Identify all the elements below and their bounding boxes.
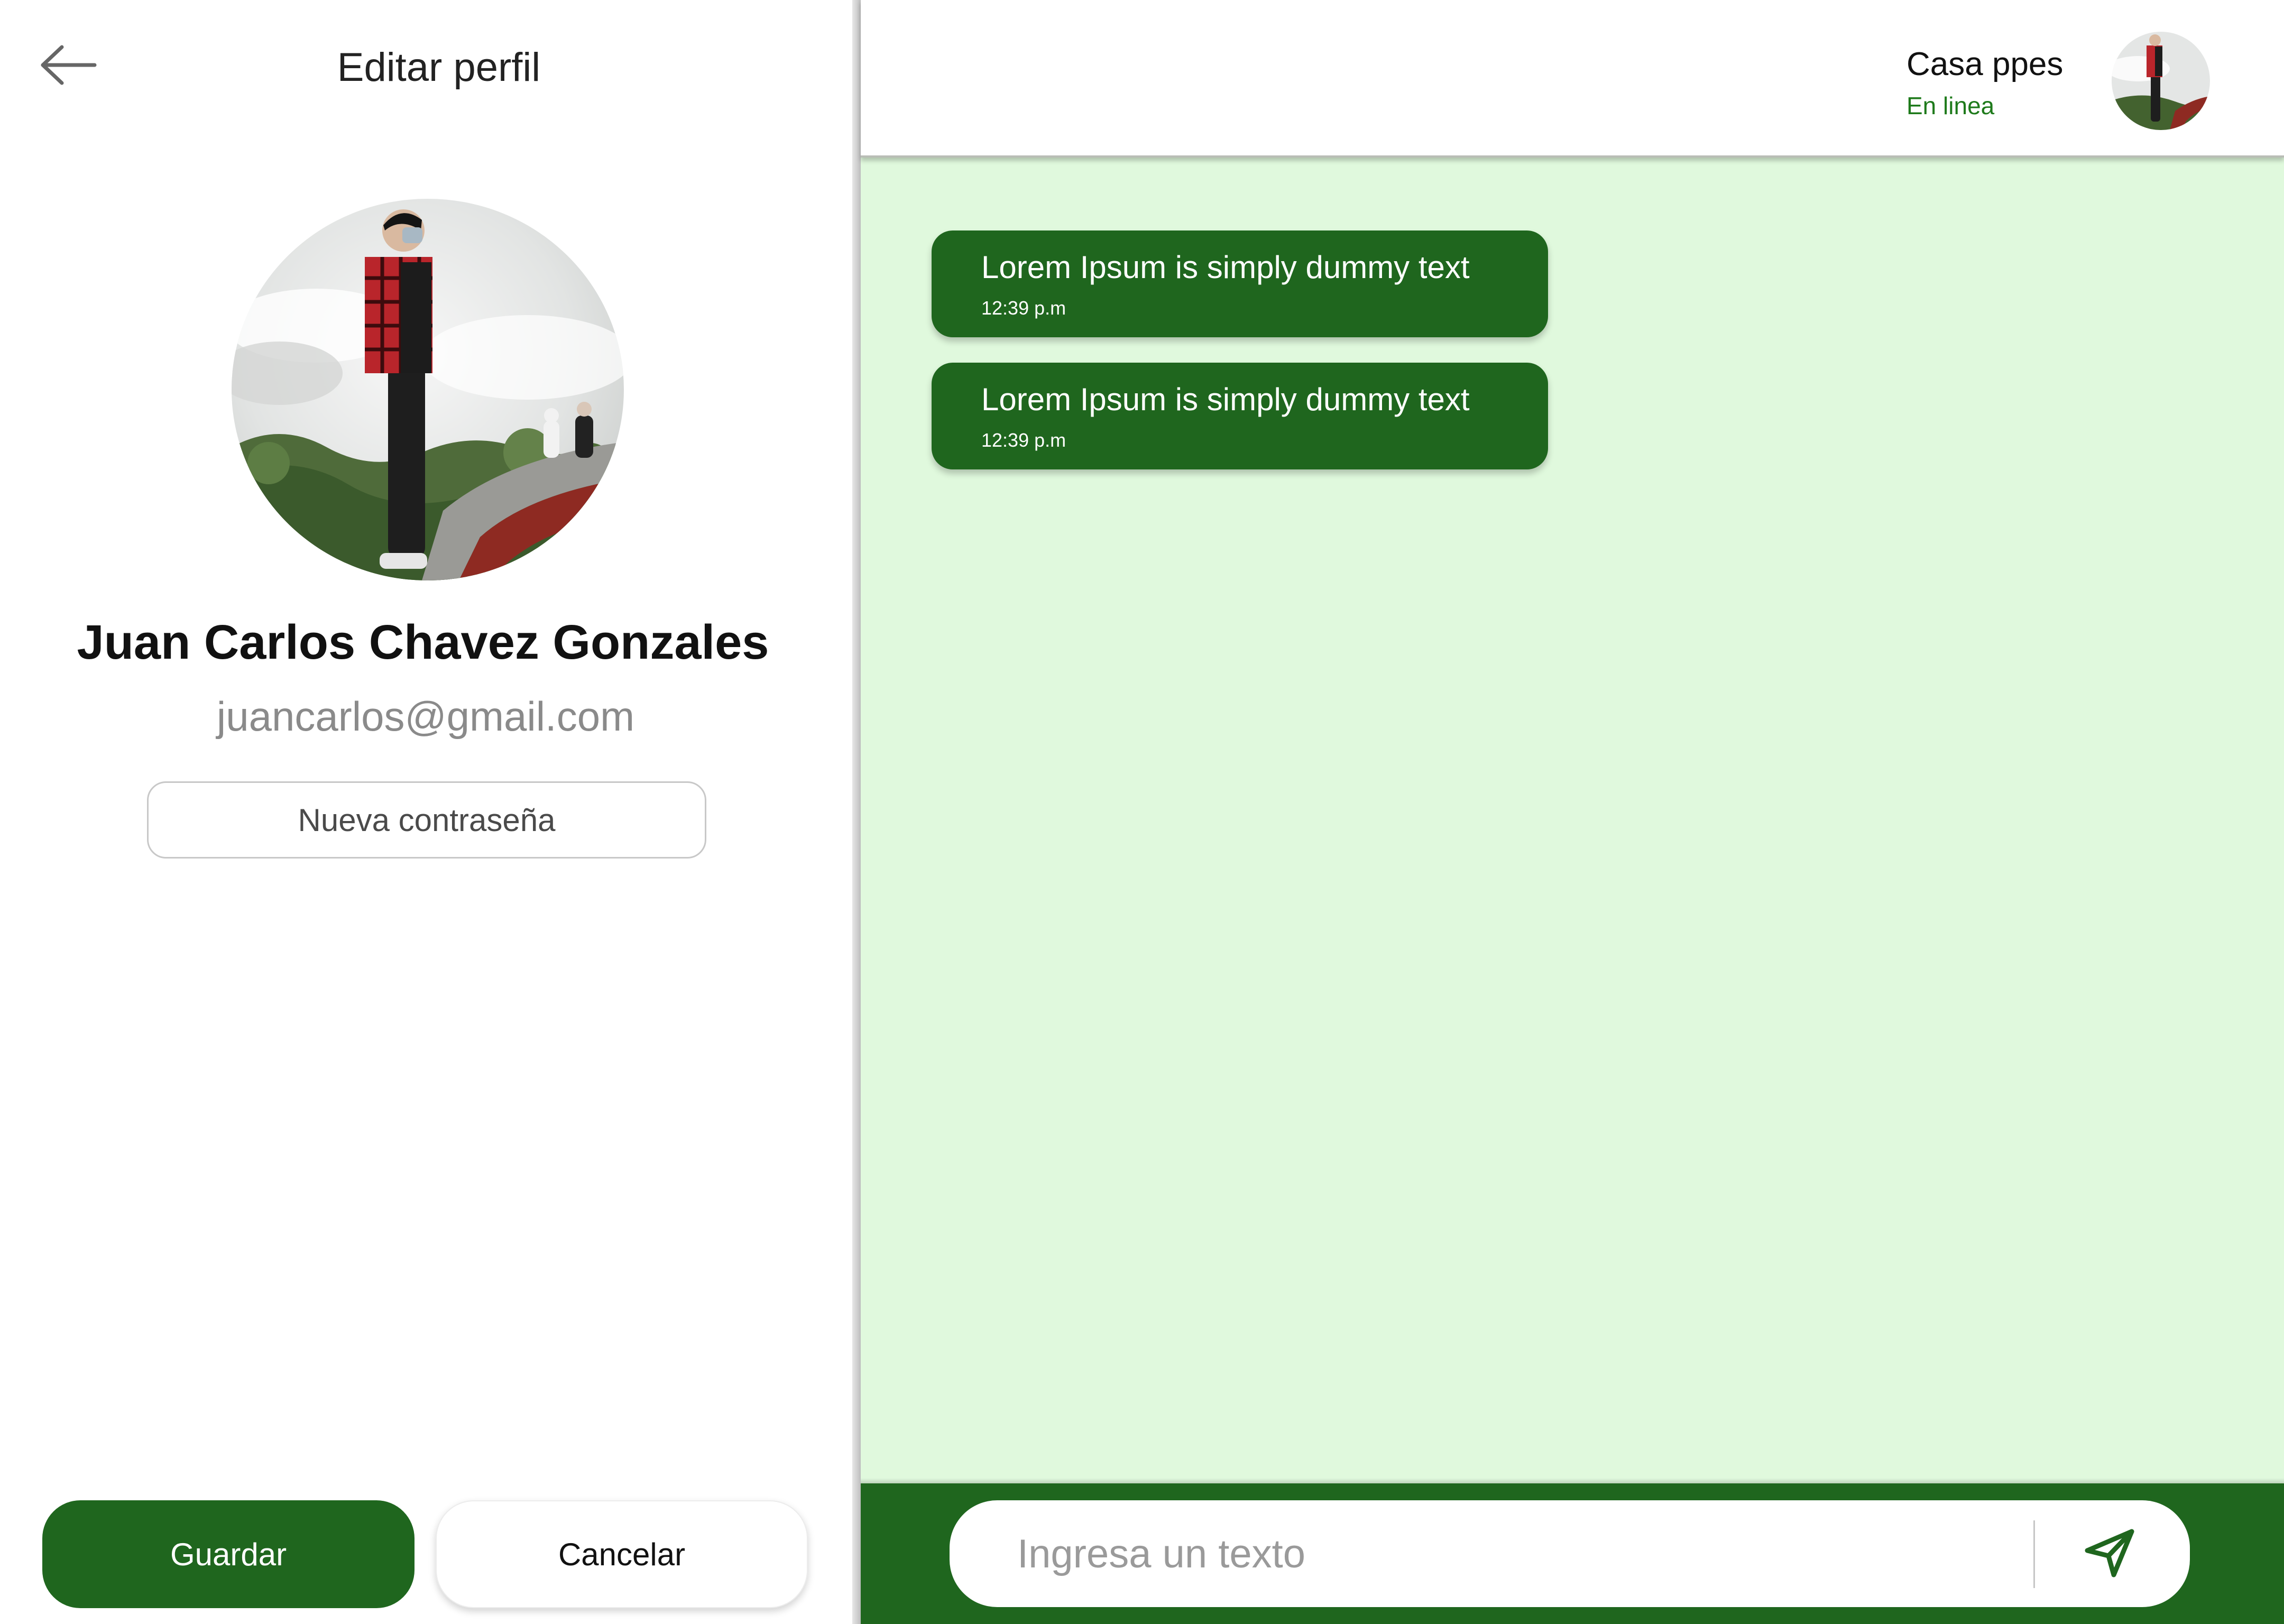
contact-status: En linea: [1907, 92, 1995, 119]
chat-panel: Casa ppes En linea Lorem Ipsum is simply…: [861, 0, 2284, 1624]
contact-avatar[interactable]: [2112, 32, 2210, 130]
message-text: Lorem Ipsum is simply dummy text: [981, 250, 1470, 285]
message-time: 12:39 p.m: [981, 297, 1066, 319]
message-bubble[interactable]: Lorem Ipsum is simply dummy text 12:39 p…: [932, 230, 1548, 337]
panel-divider: [852, 0, 861, 1624]
message-time: 12:39 p.m: [981, 429, 1066, 451]
save-button[interactable]: Guardar: [42, 1500, 415, 1608]
message-input[interactable]: [1017, 1500, 2022, 1607]
message-input-container: [950, 1500, 2190, 1607]
new-password-button[interactable]: Nueva contraseña: [147, 781, 706, 859]
cancel-label: Cancelar: [558, 1536, 686, 1572]
send-icon: [2083, 1526, 2136, 1582]
profile-name: Juan Carlos Chavez Gonzales: [77, 615, 769, 669]
profile-email: juancarlos@gmail.com: [216, 693, 635, 740]
send-button[interactable]: [2062, 1514, 2157, 1593]
message-input-bar: [861, 1483, 2284, 1624]
cancel-button[interactable]: Cancelar: [436, 1500, 808, 1608]
chat-header: Casa ppes En linea: [861, 0, 2284, 158]
profile-photo: [232, 199, 624, 580]
message-text: Lorem Ipsum is simply dummy text: [981, 382, 1470, 417]
save-label: Guardar: [170, 1536, 287, 1572]
edit-profile-panel: Editar perfil Juan Carlos Chavez Gonzale…: [0, 0, 856, 1624]
message-bubble[interactable]: Lorem Ipsum is simply dummy text 12:39 p…: [932, 363, 1548, 469]
new-password-label: Nueva contraseña: [298, 802, 556, 838]
input-divider: [2033, 1520, 2035, 1588]
contact-name: Casa ppes: [1907, 46, 2064, 82]
page-title: Editar perfil: [337, 45, 541, 90]
